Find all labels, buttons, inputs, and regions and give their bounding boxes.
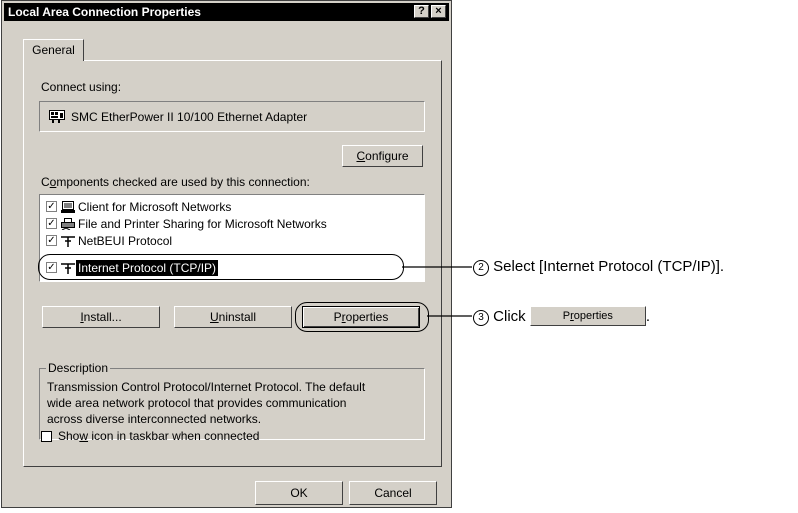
show-icon-checkbox[interactable]: [41, 431, 52, 442]
tab-general[interactable]: General: [23, 39, 84, 61]
component-label: NetBEUI Protocol: [78, 234, 173, 248]
title-bar: Local Area Connection Properties ? ×: [4, 3, 449, 21]
description-text: Transmission Control Protocol/Internet P…: [47, 380, 366, 394]
step-2-text: Select [Internet Protocol (TCP/IP)].: [493, 258, 725, 275]
description-legend: Description: [46, 361, 111, 375]
step-3-annotation: 3 Click Properties.: [473, 306, 650, 326]
close-button[interactable]: ×: [431, 5, 446, 18]
ok-button[interactable]: OK: [255, 481, 343, 505]
component-label: Client for Microsoft Networks: [78, 200, 232, 214]
components-label: Components checked are used by this conn…: [41, 175, 310, 189]
network-client-icon: [61, 201, 75, 213]
component-label: File and Printer Sharing for Microsoft N…: [78, 217, 327, 231]
adapter-field: SMC EtherPower II 10/100 Ethernet Adapte…: [39, 101, 425, 132]
step-3-text: Click: [493, 308, 526, 325]
window-title: Local Area Connection Properties: [8, 5, 201, 19]
properties-callout: [295, 302, 429, 332]
step-2-annotation: 2 Select [Internet Protocol (TCP/IP)].: [473, 258, 724, 276]
cancel-button[interactable]: Cancel: [349, 481, 437, 505]
select-callout: [38, 254, 404, 280]
step-number-badge: 2: [473, 260, 489, 276]
description-text: wide area network protocol that provides…: [47, 396, 347, 410]
step-number-badge: 3: [473, 310, 489, 326]
component-checkbox[interactable]: ✓: [46, 235, 57, 246]
protocol-icon: [61, 236, 75, 247]
connect-using-label: Connect using:: [41, 80, 122, 94]
properties-button-illustration: Properties: [529, 306, 646, 326]
description-text: across diverse interconnected networks.: [47, 412, 262, 426]
step-3-suffix: .: [645, 308, 651, 325]
component-checkbox[interactable]: ✓: [46, 218, 57, 229]
uninstall-button[interactable]: Uninstall: [174, 306, 292, 328]
network-adapter-icon: [49, 110, 65, 123]
configure-button[interactable]: Configure: [342, 145, 423, 167]
help-button[interactable]: ?: [414, 5, 429, 18]
adapter-name: SMC EtherPower II 10/100 Ethernet Adapte…: [71, 110, 308, 124]
component-checkbox[interactable]: ✓: [46, 201, 57, 212]
printer-sharing-icon: [61, 218, 75, 230]
callout-leader-line: [402, 266, 472, 268]
show-icon-label: Show icon in taskbar when connected: [58, 429, 260, 443]
callout-leader-line: [427, 315, 472, 317]
install-button[interactable]: Install...: [42, 306, 160, 328]
